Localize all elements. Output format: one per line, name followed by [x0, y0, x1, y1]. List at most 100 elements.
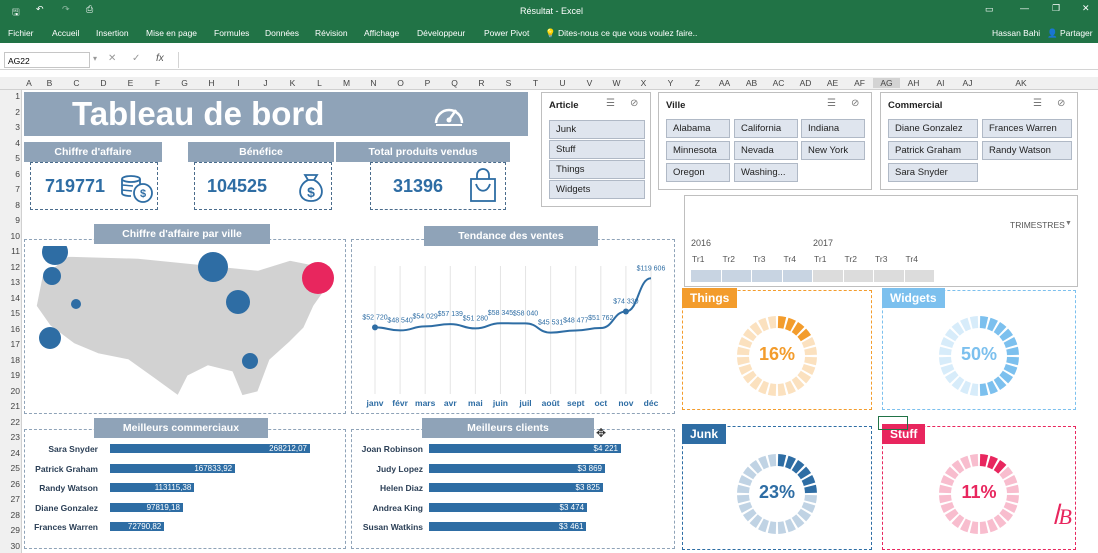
column-header[interactable]: AE — [819, 78, 846, 88]
timeline-quarter-label[interactable]: Tr2 — [723, 254, 735, 264]
timeline-quarter-label[interactable]: Tr1 — [814, 254, 826, 264]
ribbon-display-icon[interactable]: ▭ — [985, 4, 994, 15]
dashboard-sheet[interactable]: Tableau de bord Chiffre d'affaire 719771… — [22, 90, 1098, 553]
row-header[interactable]: 23 — [0, 432, 20, 442]
slicer-item-california[interactable]: California — [734, 119, 798, 138]
row-header[interactable]: 21 — [0, 401, 20, 411]
timeline-quarter-bar[interactable] — [813, 270, 843, 282]
slicer-item-widgets[interactable]: Widgets — [549, 180, 645, 199]
insert-function-icon[interactable]: fx — [156, 53, 164, 64]
slicer-item-oregon[interactable]: Oregon — [666, 163, 730, 182]
column-header[interactable]: G — [171, 78, 198, 88]
column-header[interactable]: L — [306, 78, 333, 88]
row-header[interactable]: 10 — [0, 231, 20, 241]
formula-input[interactable] — [178, 52, 1094, 68]
column-header[interactable]: M — [333, 78, 360, 88]
row-header[interactable]: 2 — [0, 107, 20, 117]
tab-accueil[interactable]: Accueil — [52, 28, 79, 38]
slicer-item-things[interactable]: Things — [549, 160, 645, 179]
row-header[interactable]: 30 — [0, 541, 20, 551]
row-header[interactable]: 15 — [0, 308, 20, 318]
timeline-quarter-bar[interactable] — [904, 270, 934, 282]
row-header[interactable]: 16 — [0, 324, 20, 334]
row-header[interactable]: 19 — [0, 370, 20, 380]
slicer-item-indiana[interactable]: Indiana — [801, 119, 865, 138]
name-box[interactable]: AG22 — [4, 52, 90, 68]
row-header[interactable]: 4 — [0, 138, 20, 148]
timeline-quarter-label[interactable]: Tr3 — [875, 254, 887, 264]
column-header[interactable]: D — [90, 78, 117, 88]
row-header[interactable]: 1 — [0, 91, 20, 101]
column-header[interactable]: AH — [900, 78, 927, 88]
namebox-dropdown-icon[interactable]: ▾ — [93, 54, 97, 63]
timeline-quarter-label[interactable]: Tr4 — [784, 254, 796, 264]
row-header[interactable]: 14 — [0, 293, 20, 303]
tab-power-pivot[interactable]: Power Pivot — [484, 28, 529, 38]
row-header[interactable]: 29 — [0, 525, 20, 535]
column-header[interactable]: P — [414, 78, 441, 88]
slicer-item-nevada[interactable]: Nevada — [734, 141, 798, 160]
selected-cell-ag22[interactable] — [878, 416, 908, 430]
tab-fichier[interactable]: Fichier — [8, 28, 34, 38]
slicer-item-frances-warren[interactable]: Frances Warren — [982, 119, 1072, 138]
column-header[interactable]: AB — [738, 78, 765, 88]
row-header[interactable]: 8 — [0, 200, 20, 210]
row-header[interactable]: 24 — [0, 448, 20, 458]
column-header[interactable]: J — [252, 78, 279, 88]
tab-mise-en-page[interactable]: Mise en page — [146, 28, 197, 38]
print-preview-icon[interactable]: ⎙ — [86, 4, 93, 15]
slicer-item-minnesota[interactable]: Minnesota — [666, 141, 730, 160]
multiselect-icon[interactable]: ☰ — [606, 98, 615, 109]
column-header[interactable]: E — [117, 78, 144, 88]
column-header[interactable]: X — [630, 78, 657, 88]
close-icon[interactable]: ✕ — [1082, 3, 1090, 14]
column-header[interactable]: Q — [441, 78, 468, 88]
timeline-quarter-bar[interactable] — [782, 270, 812, 282]
row-header[interactable]: 12 — [0, 262, 20, 272]
row-header[interactable]: 18 — [0, 355, 20, 365]
cancel-formula-icon[interactable]: ✕ — [108, 53, 116, 64]
column-header[interactable]: AI — [927, 78, 954, 88]
clear-filter-icon[interactable]: ⊘ — [1057, 98, 1065, 109]
tab-formules[interactable]: Formules — [214, 28, 249, 38]
column-header[interactable]: Z — [684, 78, 711, 88]
column-header[interactable]: AG — [873, 78, 900, 88]
timeline-quarter-bar[interactable] — [874, 270, 904, 282]
row-header[interactable]: 28 — [0, 510, 20, 520]
column-header[interactable]: AA — [711, 78, 738, 88]
row-header[interactable]: 7 — [0, 184, 20, 194]
column-header[interactable]: B — [36, 78, 63, 88]
timeline-dropdown-icon[interactable]: ▼ — [1065, 220, 1072, 227]
slicer-item-junk[interactable]: Junk — [549, 120, 645, 139]
timeline-quarter-label[interactable]: Tr2 — [845, 254, 857, 264]
column-header[interactable]: AJ — [954, 78, 981, 88]
column-header[interactable]: AF — [846, 78, 873, 88]
row-header[interactable]: 27 — [0, 494, 20, 504]
redo-icon[interactable]: ↷ — [62, 4, 70, 15]
multiselect-icon[interactable]: ☰ — [827, 98, 836, 109]
column-header[interactable]: AD — [792, 78, 819, 88]
row-header[interactable]: 9 — [0, 215, 20, 225]
column-header[interactable]: T — [522, 78, 549, 88]
column-header[interactable]: AC — [765, 78, 792, 88]
row-header[interactable]: 26 — [0, 479, 20, 489]
row-header[interactable]: 6 — [0, 169, 20, 179]
tab-donnees[interactable]: Données — [265, 28, 299, 38]
minimize-icon[interactable]: — — [1020, 3, 1029, 13]
column-header[interactable]: F — [144, 78, 171, 88]
timeline-quarter-bar[interactable] — [752, 270, 782, 282]
column-header[interactable]: O — [387, 78, 414, 88]
tab-affichage[interactable]: Affichage — [364, 28, 399, 38]
column-header[interactable]: AK — [981, 78, 1061, 88]
slicer-item-washington[interactable]: Washing... — [734, 163, 798, 182]
column-header[interactable]: V — [576, 78, 603, 88]
row-header[interactable]: 11 — [0, 246, 20, 256]
timeline-quarter-bar[interactable] — [721, 270, 751, 282]
row-header[interactable]: 17 — [0, 339, 20, 349]
user-name[interactable]: Hassan Bahi — [992, 28, 1040, 38]
timeline-quarters[interactable]: Tr1 Tr2 Tr3 Tr4 Tr1 Tr2 Tr3 Tr4 — [691, 254, 941, 284]
tell-me-input[interactable]: Dites-nous ce que vous voulez faire.. — [558, 28, 697, 38]
timeline-quarter-label[interactable]: Tr4 — [906, 254, 918, 264]
save-icon[interactable]: 🖫 — [12, 5, 20, 21]
multiselect-icon[interactable]: ☰ — [1033, 98, 1042, 109]
